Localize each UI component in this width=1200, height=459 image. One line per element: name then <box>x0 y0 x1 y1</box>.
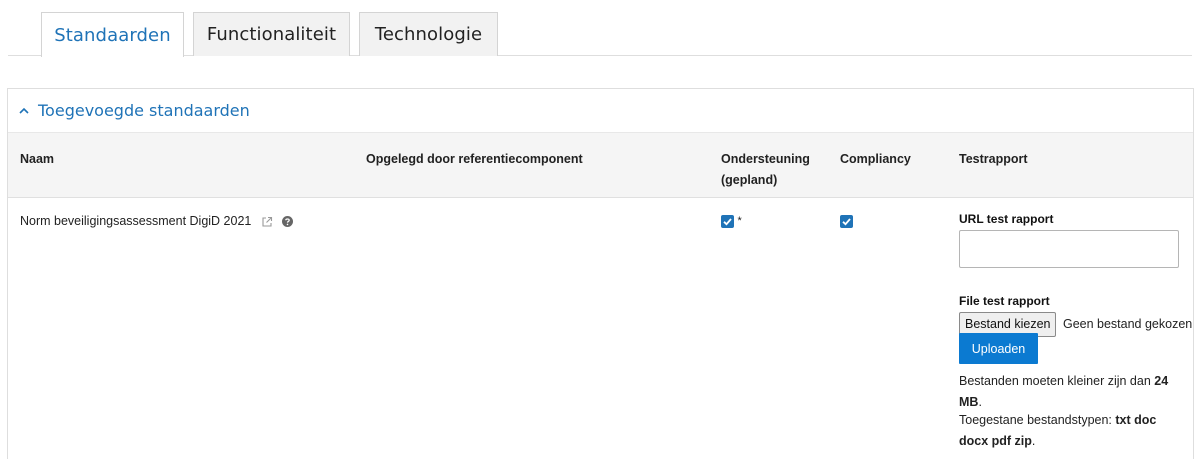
support-planned-marker: * <box>737 215 742 228</box>
tab-bar: Standaarden Functionaliteit Technologie <box>0 0 1200 57</box>
size-value: 24 <box>1154 374 1169 388</box>
file-status: Geen bestand gekozen <box>1062 317 1193 331</box>
standard-name: Norm beveiligingsassessment DigiD 2021 <box>20 214 252 228</box>
support-cell: * <box>721 211 742 232</box>
column-header-ondersteuning: Ondersteuning (gepland) <box>721 149 810 191</box>
chevron-up-icon <box>18 105 30 117</box>
file-label: File test rapport <box>959 294 1050 308</box>
tab-functionaliteit[interactable]: Functionaliteit <box>193 12 350 56</box>
compliancy-checkbox[interactable] <box>840 215 853 229</box>
size-note-prefix: Bestanden moeten kleiner zijn dan <box>959 374 1151 388</box>
compliancy-cell <box>840 211 853 232</box>
types-line2: docx pdf zip <box>959 434 1032 448</box>
support-checkbox[interactable] <box>721 215 734 229</box>
types-prefix: Toegestane bestandstypen: <box>959 413 1112 427</box>
column-header-ondersteuning-line1: Ondersteuning <box>721 152 810 166</box>
external-link-icon[interactable] <box>261 216 273 228</box>
url-test-rapport-input[interactable] <box>959 230 1179 268</box>
size-unit: MB <box>959 395 979 409</box>
tab-bar-divider <box>8 55 1192 56</box>
standard-name-cell: Norm beveiligingsassessment DigiD 2021 <box>20 211 294 232</box>
url-label: URL test rapport <box>959 212 1054 226</box>
tab-technologie[interactable]: Technologie <box>359 12 498 56</box>
tab-standaarden[interactable]: Standaarden <box>41 12 184 57</box>
file-size-note: Bestanden moeten kleiner zijn dan 24 MB. <box>959 374 1169 409</box>
panel-toggle[interactable]: Toegevoegde standaarden <box>8 89 1193 132</box>
file-types-note: Toegestane bestandstypen: txt doc docx p… <box>959 413 1157 448</box>
column-header-compliancy: Compliancy <box>840 152 911 166</box>
column-header-naam: Naam <box>20 152 55 166</box>
column-header-testrapport: Testrapport <box>959 152 1028 166</box>
standards-panel: Toegevoegde standaarden Naam Opgelegd do… <box>7 88 1194 459</box>
table-header: Naam Opgelegd door referentiecomponent O… <box>8 132 1193 198</box>
question-circle-icon[interactable] <box>282 216 294 228</box>
upload-button[interactable]: Uploaden <box>959 333 1038 364</box>
panel-title: Toegevoegde standaarden <box>38 101 250 120</box>
column-header-opgelegd: Opgelegd door referentiecomponent <box>366 152 583 166</box>
types-line1: txt doc <box>1115 413 1157 427</box>
column-header-ondersteuning-line2: (gepland) <box>721 173 778 187</box>
